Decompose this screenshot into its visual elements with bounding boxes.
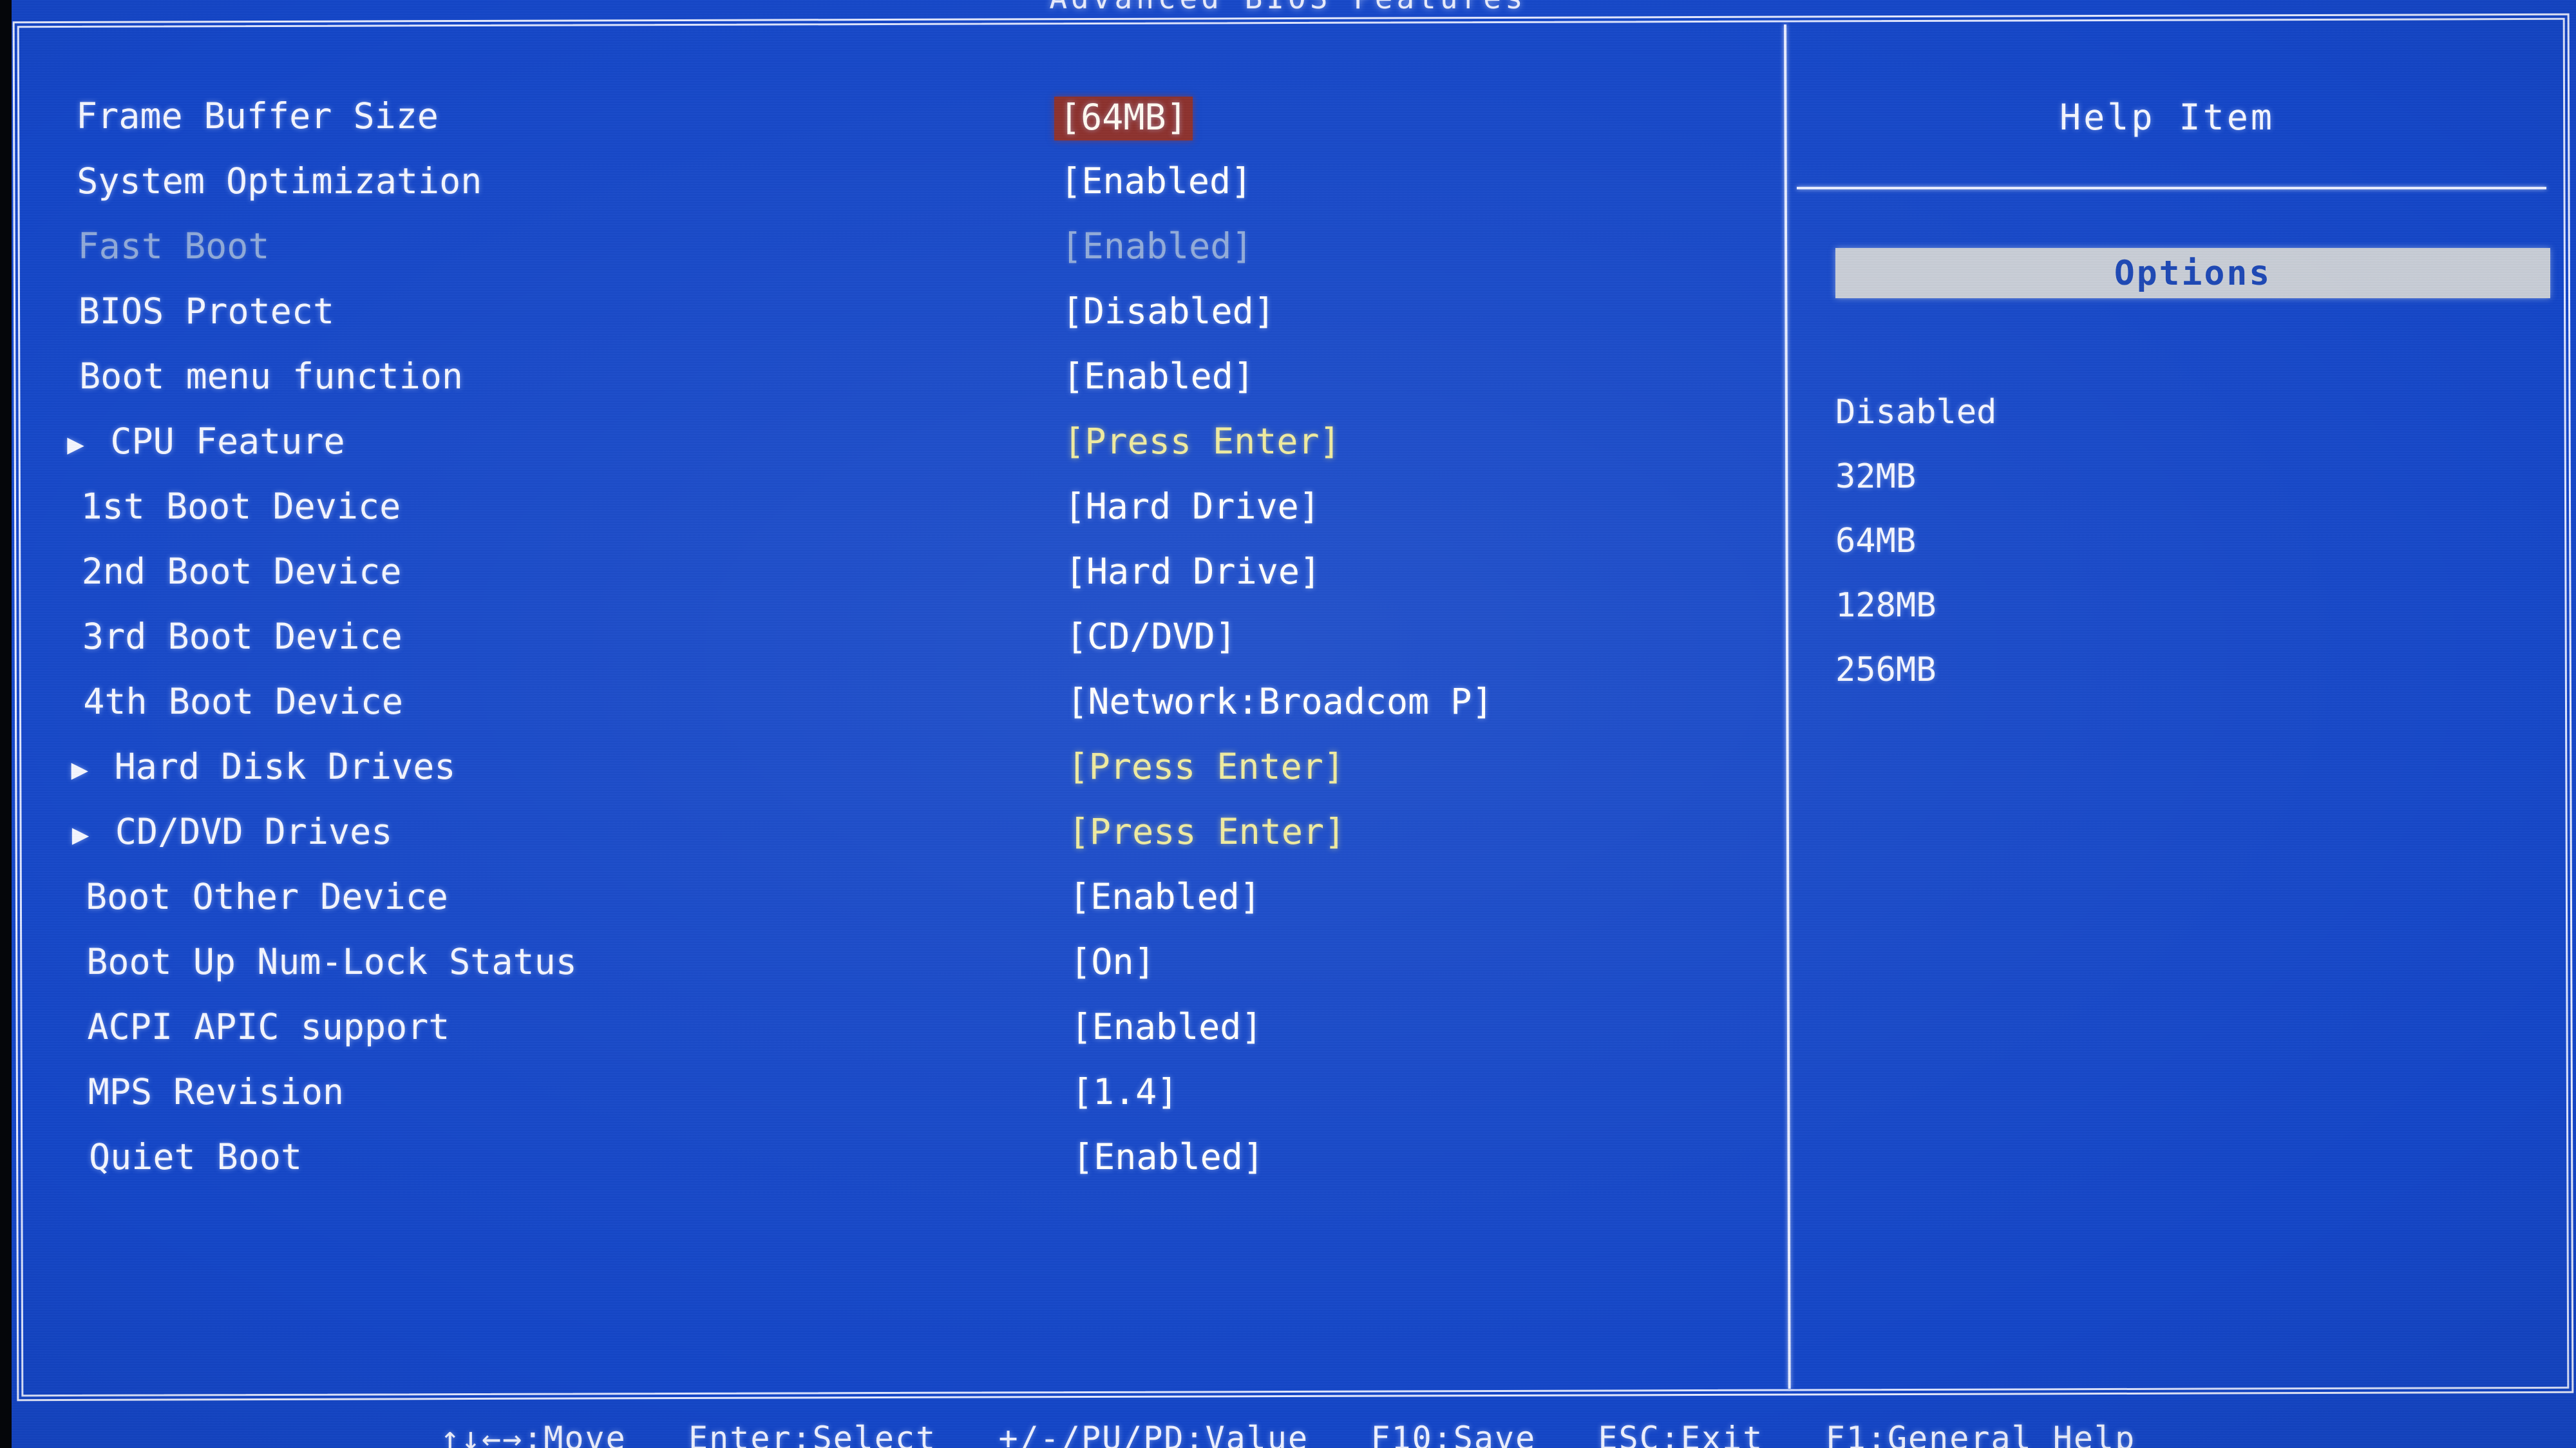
setting-row[interactable]: Boot Other Device [Enabled] [0,877,1777,942]
setting-label: ▶ CPU Feature [67,422,345,464]
setting-value[interactable]: [1.4] [1072,1072,1179,1111]
setting-row[interactable]: 4th Boot Device [Network:Broadcom P] [0,682,1777,747]
setting-label-text: System Optimization [77,160,482,202]
setting-label: ▶ Hard Disk Drives [71,747,456,789]
submenu-arrow-icon: ▶ [71,818,90,851]
setting-label-text: 4th Boot Device [83,681,403,722]
setting-value[interactable]: [Hard Drive] [1065,487,1320,526]
key-legend-text: ↑↓←→:Move Enter:Select +/-/PU/PD:Value F… [440,1420,2136,1448]
setting-row[interactable]: 2nd Boot Device [Hard Drive] [0,552,1777,617]
setting-label: BIOS Protect [79,292,334,330]
setting-row[interactable]: Fast Boot [Enabled] [0,227,1777,292]
setting-row[interactable]: ▶ CD/DVD Drives [Press Enter] [0,812,1777,877]
setting-row[interactable]: BIOS Protect [Disabled] [0,292,1777,357]
page-title: Advanced BIOS Features [1049,0,1526,15]
setting-label-text: Hard Disk Drives [114,746,456,787]
setting-row[interactable]: ACPI APIC support [Enabled] [0,1007,1777,1072]
option-item[interactable]: Disabled [1835,380,1996,444]
option-item[interactable]: 128MB [1835,573,1996,638]
setting-label: System Optimization [77,162,482,200]
setting-label-text: Boot Up Num-Lock Status [86,941,577,982]
setting-row[interactable]: Boot Up Num-Lock Status [On] [0,942,1777,1007]
setting-value[interactable]: [Enabled] [1063,357,1255,395]
setting-label: 2nd Boot Device [82,552,402,591]
setting-value[interactable]: [Enabled] [1069,877,1261,916]
setting-label-text: Quiet Boot [89,1136,303,1177]
options-list: Disabled 32MB 64MB 128MB 256MB [1835,380,1996,702]
options-header: Options [1835,248,2550,298]
setting-row[interactable]: 3rd Boot Device [CD/DVD] [0,617,1777,682]
setting-label-text: MPS Revision [88,1071,345,1112]
setting-label-text: Frame Buffer Size [76,95,439,137]
setting-label: Boot Other Device [86,877,448,916]
setting-label-text: 3rd Boot Device [82,616,402,657]
setting-label: Frame Buffer Size [76,97,439,135]
bios-screen: Advanced BIOS Features V1.1 112208 1030 … [0,0,2576,1448]
help-panel-title: Help Item [2059,97,2275,138]
setting-label-text: 2nd Boot Device [81,551,402,592]
setting-value[interactable]: [Press Enter] [1068,747,1345,786]
setting-label-text: BIOS Protect [78,291,335,332]
setting-label-text: CD/DVD Drives [115,811,393,852]
setting-row[interactable]: Frame Buffer Size [64MB] [0,97,1777,162]
setting-value[interactable]: [Disabled] [1062,292,1275,330]
setting-row[interactable]: ▶ CPU Feature [Press Enter] [0,422,1777,487]
setting-row[interactable]: Quiet Boot [Enabled] [0,1138,1777,1203]
key-legend-bar: ↑↓←→:Move Enter:Select +/-/PU/PD:Value F… [0,1420,2576,1448]
setting-value[interactable]: [Network:Broadcom P] [1066,682,1493,721]
setting-row[interactable]: MPS Revision [1.4] [0,1072,1777,1138]
setting-label: Boot Up Num-Lock Status [86,942,577,981]
screen-title-bar: Advanced BIOS Features [0,0,2576,18]
setting-value[interactable]: [Press Enter] [1063,422,1340,461]
setting-label: MPS Revision [88,1072,344,1111]
setting-label: ACPI APIC support [88,1007,450,1046]
setting-label: 4th Boot Device [83,682,403,721]
setting-value[interactable]: [Enabled] [1060,162,1252,200]
setting-label: 3rd Boot Device [82,617,402,656]
setting-value[interactable]: [Enabled] [1072,1138,1264,1176]
submenu-arrow-icon: ▶ [71,753,89,786]
setting-label: Quiet Boot [89,1138,302,1176]
setting-label-text: 1st Boot Device [80,486,401,527]
setting-label-text: Fast Boot [77,225,270,267]
setting-row[interactable]: System Optimization [Enabled] [0,162,1777,227]
setting-row[interactable]: 1st Boot Device [Hard Drive] [0,487,1777,552]
setting-value[interactable]: [Press Enter] [1068,812,1345,851]
setting-value[interactable]: [64MB] [1054,97,1193,140]
bios-version-label: V1.1 112208 1030 [2320,0,2518,3]
options-header-label: Options [2114,253,2272,293]
monitor-bezel-left [0,0,12,1448]
submenu-arrow-icon: ▶ [67,428,84,461]
setting-label-text: Boot menu function [79,356,464,397]
setting-label-text: Boot Other Device [86,876,448,917]
setting-value[interactable]: [CD/DVD] [1066,617,1236,656]
option-item[interactable]: 64MB [1835,509,1996,573]
setting-value[interactable]: [Hard Drive] [1065,552,1321,591]
setting-value[interactable]: [Enabled] [1071,1007,1263,1046]
setting-label: ▶ CD/DVD Drives [72,812,393,854]
setting-value[interactable]: [On] [1070,942,1155,981]
settings-list: Frame Buffer Size [64MB] System Optimizati… [0,97,1777,1203]
setting-row[interactable]: Boot menu function [Enabled] [0,357,1777,422]
setting-label-text: ACPI APIC support [87,1006,450,1047]
setting-row[interactable]: ▶ Hard Disk Drives [Press Enter] [0,747,1777,812]
setting-label: 1st Boot Device [81,487,401,526]
option-item[interactable]: 32MB [1835,444,1996,509]
setting-label: Boot menu function [79,357,463,395]
setting-label-text: CPU Feature [110,421,345,462]
setting-value[interactable]: [Enabled] [1061,227,1253,265]
option-item[interactable]: 256MB [1835,638,1996,702]
setting-label: Fast Boot [78,227,270,265]
help-panel-rule [1797,187,2546,189]
